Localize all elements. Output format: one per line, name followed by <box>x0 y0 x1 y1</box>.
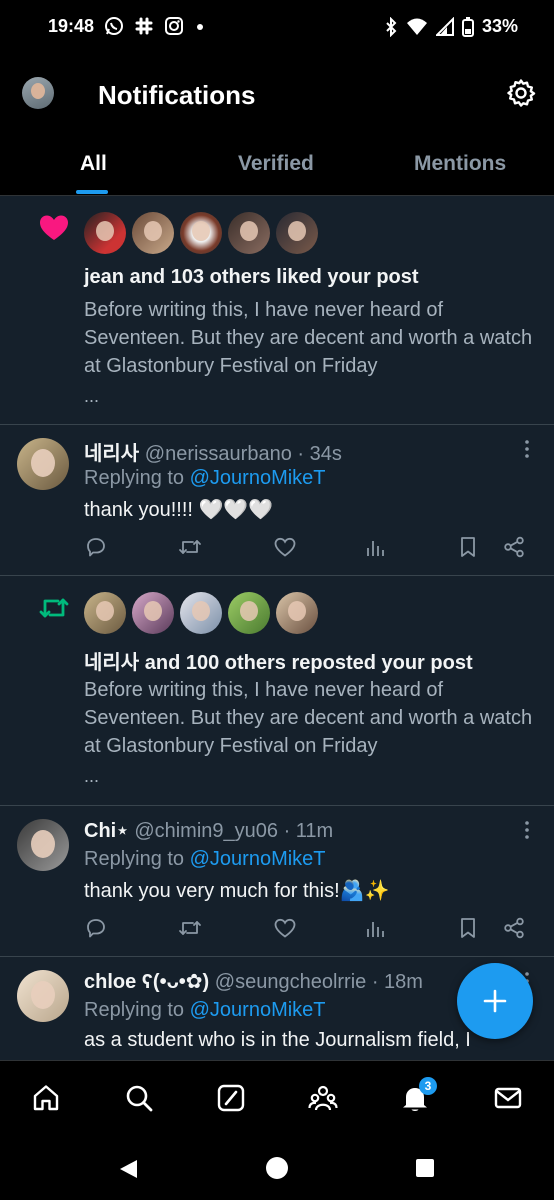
battery-percent: 33% <box>481 16 518 36</box>
post-ellipsis: ... <box>84 766 100 786</box>
notification-count-badge: 3 <box>419 1077 437 1095</box>
communities-icon[interactable] <box>308 1083 338 1113</box>
home-circle-icon[interactable] <box>265 1156 289 1180</box>
tab-mentions[interactable]: Mentions <box>414 152 506 176</box>
profile-avatar[interactable] <box>22 77 54 109</box>
replying-to: Replying to @JournoMikeT <box>84 999 326 1021</box>
notification-reply[interactable]: 네리사 @nerissaurbano · 34s Replying to @Jo… <box>0 425 554 576</box>
bookmark-icon[interactable] <box>456 916 480 940</box>
compose-button[interactable] <box>457 963 533 1039</box>
mention-link[interactable]: @JournoMikeT <box>190 999 326 1021</box>
status-time: 19:48 <box>48 16 95 36</box>
avatar[interactable] <box>17 819 69 871</box>
gear-icon[interactable] <box>506 78 536 108</box>
app-header: Notifications All Verified Mentions <box>0 56 554 196</box>
notification-title: jean and 103 others liked your post <box>84 266 419 288</box>
avatar[interactable] <box>84 592 126 634</box>
back-icon[interactable] <box>118 1158 140 1180</box>
avatar[interactable] <box>276 592 318 634</box>
share-icon[interactable] <box>502 916 526 940</box>
bluetooth-icon <box>386 16 397 37</box>
heart-icon <box>40 215 68 240</box>
reply-icon[interactable] <box>84 535 108 559</box>
reply-author-handle: @seungcheolrrie · 18m <box>214 971 423 993</box>
replying-to: Replying to @JournoMikeT <box>84 467 326 489</box>
notifications-feed[interactable]: jean and 103 others liked your post Befo… <box>0 196 554 1060</box>
reposter-avatars <box>84 592 318 634</box>
reply-icon[interactable] <box>84 916 108 940</box>
repost-icon[interactable] <box>178 916 202 940</box>
tab-all[interactable]: All <box>80 152 107 176</box>
reply-text: thank you!!!! 🤍🤍🤍 <box>84 499 274 521</box>
search-icon[interactable] <box>124 1083 154 1113</box>
avatar[interactable] <box>17 970 69 1022</box>
like-icon[interactable] <box>273 916 297 940</box>
avatar[interactable] <box>132 592 174 634</box>
signal-icon <box>435 16 454 36</box>
reply-author-handle: @nerissaurbano · 34s <box>144 443 342 465</box>
reply-text: thank you very much for this!🫂✨ <box>84 880 390 902</box>
bottom-nav: 3 <box>0 1060 554 1136</box>
dot-icon <box>197 24 203 30</box>
views-icon[interactable] <box>364 916 388 940</box>
more-options-icon[interactable] <box>518 439 536 459</box>
notification-repost[interactable]: 네리사 and 100 others reposted your post Be… <box>0 576 554 806</box>
tab-bar: All Verified Mentions <box>0 140 554 196</box>
replying-to: Replying to @JournoMikeT <box>84 848 326 870</box>
plus-icon <box>483 989 507 1013</box>
reply-text: as a student who is in the Journalism fi… <box>84 1029 471 1051</box>
post-ellipsis: ... <box>84 386 100 406</box>
avatar[interactable] <box>228 592 270 634</box>
avatar[interactable] <box>180 212 222 254</box>
post-actions <box>84 916 534 940</box>
avatar[interactable] <box>17 438 69 490</box>
avatar[interactable] <box>84 212 126 254</box>
page-title: Notifications <box>98 80 256 110</box>
tab-verified[interactable]: Verified <box>238 152 314 176</box>
notification-reply[interactable]: Chi⋆ @chimin9_yu06 · 11m Replying to @Jo… <box>0 806 554 957</box>
notification-title: 네리사 and 100 others reposted your post <box>84 652 473 674</box>
mention-link[interactable]: @JournoMikeT <box>190 467 326 489</box>
liker-avatars <box>84 212 318 254</box>
avatar[interactable] <box>276 212 318 254</box>
avatar[interactable] <box>180 592 222 634</box>
grok-icon[interactable] <box>216 1083 246 1113</box>
repost-icon <box>39 598 69 618</box>
share-icon[interactable] <box>502 535 526 559</box>
instagram-icon <box>165 17 183 35</box>
post-preview: Before writing this, I have never heard … <box>84 679 533 757</box>
whatsapp-icon <box>105 17 123 35</box>
reply-author-name[interactable]: 네리사 <box>84 443 139 465</box>
messages-icon[interactable] <box>493 1083 523 1113</box>
reply-author-name[interactable]: Chi⋆ <box>84 820 129 842</box>
battery-icon <box>461 16 474 37</box>
like-icon[interactable] <box>273 535 297 559</box>
reply-author-handle: @chimin9_yu06 · 11m <box>134 820 334 842</box>
wifi-icon <box>406 18 427 35</box>
post-actions <box>84 535 534 559</box>
reply-author-name[interactable]: chloe ʕ(•ᴗ•✿) <box>84 971 209 993</box>
bookmark-icon[interactable] <box>456 535 480 559</box>
notification-like[interactable]: jean and 103 others liked your post Befo… <box>0 196 554 425</box>
active-tab-indicator <box>76 190 108 194</box>
recents-icon[interactable] <box>415 1158 435 1178</box>
avatar[interactable] <box>132 212 174 254</box>
avatar[interactable] <box>228 212 270 254</box>
repost-icon[interactable] <box>178 535 202 559</box>
mention-link[interactable]: @JournoMikeT <box>190 848 326 870</box>
home-icon[interactable] <box>31 1083 61 1113</box>
status-bar: 19:48 33% <box>0 0 554 56</box>
post-preview: Before writing this, I have never heard … <box>84 299 533 377</box>
views-icon[interactable] <box>364 535 388 559</box>
slack-icon <box>135 17 153 35</box>
system-navigation-bar <box>0 1136 554 1200</box>
more-options-icon[interactable] <box>518 820 536 840</box>
